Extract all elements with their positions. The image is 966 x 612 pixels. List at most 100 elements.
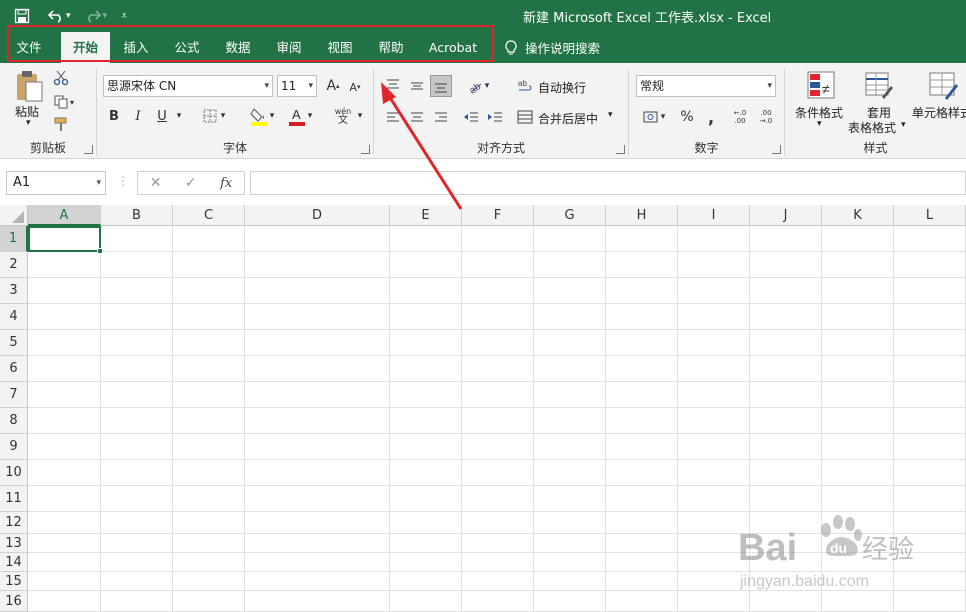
row-header-9[interactable]: 9 [0, 434, 28, 460]
underline-button[interactable]: U [153, 107, 171, 125]
tab-view[interactable]: 视图 [318, 32, 362, 63]
worksheet-grid[interactable]: A B C D E F G H I J K L 1 2 3 4 5 6 7 8 9 10 11 12 13 14 15 16 [0, 205, 966, 612]
row-header-1[interactable]: 1 [0, 226, 28, 252]
column-header-a[interactable]: A [28, 205, 101, 226]
number-format-select[interactable]: 常规 ▾ [636, 75, 776, 97]
fill-color-icon[interactable]: ▾ [245, 105, 279, 127]
format-as-table-icon[interactable] [863, 69, 895, 101]
row-header-4[interactable]: 4 [0, 304, 28, 330]
fill-handle[interactable] [97, 248, 103, 254]
formula-input[interactable] [250, 171, 966, 195]
tab-acrobat[interactable]: Acrobat [420, 32, 486, 63]
clipboard-launcher-icon[interactable] [84, 145, 93, 154]
column-header-k[interactable]: K [822, 205, 894, 226]
font-size-select[interactable]: 11 ▾ [277, 75, 317, 97]
row-header-16[interactable]: 16 [0, 591, 28, 612]
column-header-j[interactable]: J [750, 205, 822, 226]
row-header-6[interactable]: 6 [0, 356, 28, 382]
enter-icon[interactable]: ✓ [185, 175, 197, 191]
cut-icon[interactable] [52, 69, 70, 87]
active-cell-a1[interactable] [28, 226, 103, 254]
align-center-icon[interactable] [406, 106, 428, 128]
row-header-3[interactable]: 3 [0, 278, 28, 304]
shrink-font-icon[interactable]: A ▾ [346, 78, 364, 96]
comma-style-button[interactable]: , [701, 106, 721, 128]
accounting-format-icon[interactable]: ▾ [637, 106, 671, 128]
row-header-7[interactable]: 7 [0, 382, 28, 408]
cancel-icon[interactable]: ✕ [150, 175, 162, 191]
tab-review[interactable]: 审阅 [267, 32, 311, 63]
decrease-indent-icon[interactable] [460, 106, 482, 128]
increase-decimal-icon[interactable]: ←.0 .00 [729, 106, 751, 128]
column-header-i[interactable]: I [678, 205, 750, 226]
tab-help[interactable]: 帮助 [369, 32, 413, 63]
cell-styles-icon[interactable] [927, 69, 959, 101]
merge-center-icon[interactable] [514, 106, 536, 128]
phonetic-dropdown-icon[interactable]: ▾ [355, 107, 365, 125]
tab-formulas[interactable]: 公式 [165, 32, 209, 63]
bold-button[interactable]: B [105, 107, 123, 125]
font-name-select[interactable]: 思源宋体 CN ▾ [103, 75, 273, 97]
insert-function-icon[interactable]: fx [220, 176, 232, 191]
undo-icon[interactable]: ▾ [48, 6, 71, 26]
row-header-14[interactable]: 14 [0, 553, 28, 572]
format-painter-icon[interactable] [52, 115, 70, 133]
conditional-formatting-icon[interactable]: ≠ [805, 69, 837, 101]
merge-dropdown-icon[interactable]: ▾ [608, 110, 613, 120]
alignment-launcher-icon[interactable] [616, 145, 625, 154]
merge-center-label[interactable]: 合并后居中 [538, 110, 598, 127]
align-left-icon[interactable] [382, 106, 404, 128]
row-header-13[interactable]: 13 [0, 534, 28, 553]
row-header-11[interactable]: 11 [0, 486, 28, 512]
wrap-text-icon[interactable]: ab [514, 75, 536, 97]
increase-indent-icon[interactable] [484, 106, 506, 128]
borders-icon[interactable]: ▾ [197, 107, 231, 125]
decrease-decimal-icon[interactable]: .00 →.0 [755, 106, 777, 128]
phonetic-guide-icon[interactable]: wén 文 [331, 104, 355, 128]
column-header-g[interactable]: G [534, 205, 606, 226]
orientation-icon[interactable]: ab ▾ [462, 75, 494, 97]
middle-align-icon[interactable] [406, 75, 428, 97]
top-align-icon[interactable] [382, 75, 404, 97]
tab-data[interactable]: 数据 [216, 32, 260, 63]
underline-dropdown-icon[interactable]: ▾ [173, 107, 185, 125]
name-box[interactable]: A1 ▾ [6, 171, 106, 195]
font-launcher-icon[interactable] [361, 145, 370, 154]
percent-style-button[interactable]: % [677, 106, 697, 128]
customize-qat-icon[interactable]: ⩡ [121, 6, 127, 26]
copy-icon[interactable]: ▾ [52, 93, 76, 111]
format-as-table-label-bottom[interactable]: 表格格式 [848, 119, 896, 136]
row-header-10[interactable]: 10 [0, 460, 28, 486]
row-header-5[interactable]: 5 [0, 330, 28, 356]
column-header-h[interactable]: H [606, 205, 678, 226]
table-dropdown-icon[interactable]: ▾ [901, 120, 906, 130]
grow-font-icon[interactable]: A ▴ [323, 76, 343, 96]
align-right-icon[interactable] [430, 106, 452, 128]
row-header-12[interactable]: 12 [0, 512, 28, 534]
paste-icon[interactable] [12, 69, 46, 103]
conditional-dropdown-icon[interactable]: ▾ [817, 119, 822, 129]
select-all-corner[interactable] [0, 205, 28, 226]
italic-button[interactable]: I [129, 107, 147, 125]
save-icon[interactable] [14, 6, 30, 26]
redo-icon[interactable]: ▾ [85, 6, 107, 26]
tell-me-search[interactable]: 操作说明搜索 [505, 32, 600, 63]
column-header-c[interactable]: C [173, 205, 245, 226]
tab-insert[interactable]: 插入 [114, 32, 158, 63]
number-launcher-icon[interactable] [772, 145, 781, 154]
wrap-text-label[interactable]: 自动换行 [538, 79, 586, 96]
column-header-b[interactable]: B [101, 205, 173, 226]
bottom-align-icon[interactable] [430, 75, 452, 97]
paste-dropdown-icon[interactable]: ▾ [26, 118, 31, 128]
row-header-8[interactable]: 8 [0, 408, 28, 434]
row-header-2[interactable]: 2 [0, 252, 28, 278]
column-header-l[interactable]: L [894, 205, 966, 226]
tab-home[interactable]: 开始 [61, 32, 110, 63]
column-header-e[interactable]: E [390, 205, 462, 226]
column-header-d[interactable]: D [245, 205, 390, 226]
tab-file[interactable]: 文件 [8, 32, 50, 63]
cell-styles-label[interactable]: 单元格样式 [912, 104, 966, 121]
column-header-f[interactable]: F [462, 205, 534, 226]
font-color-icon[interactable]: A ▾ [283, 105, 317, 127]
row-header-15[interactable]: 15 [0, 572, 28, 591]
